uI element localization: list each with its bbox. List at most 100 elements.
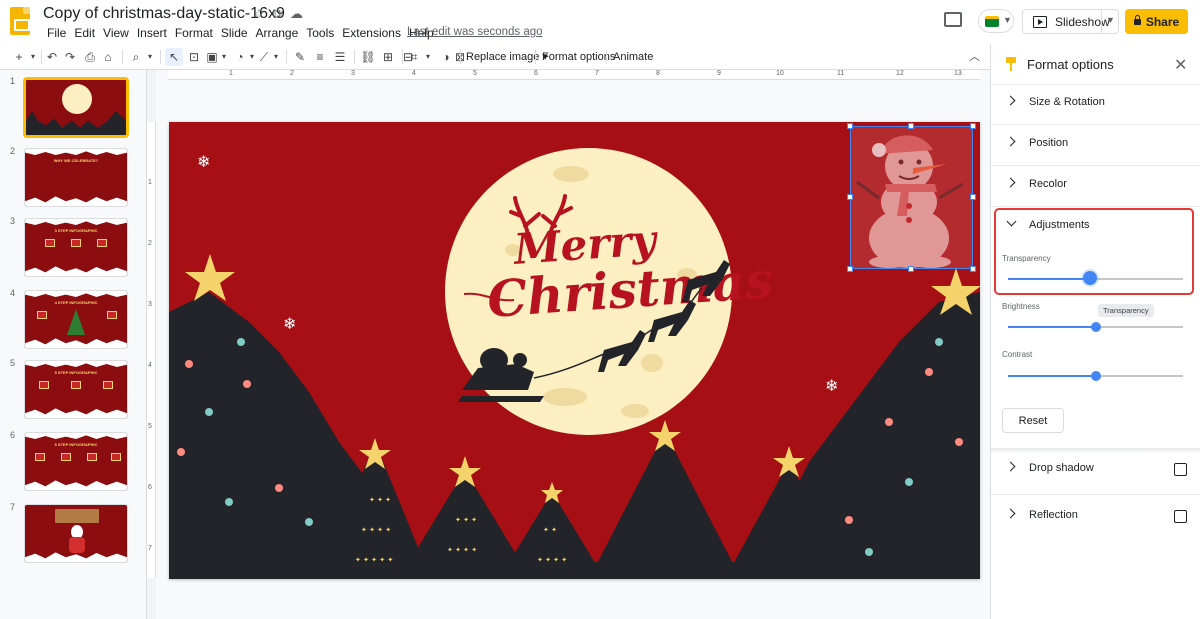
ruler-tick-label: 6 <box>534 70 538 77</box>
shape-icon[interactable]: ◔ <box>232 48 248 66</box>
slide-thumbnail-5[interactable]: 5 STEP INFOGRAPHIC <box>24 360 128 419</box>
line-dropdown-icon[interactable]: ▾ <box>272 48 280 66</box>
slide-thumbnail-3[interactable]: 3 STEP INFOGRAPHIC <box>24 218 128 277</box>
thumb-snow <box>25 480 127 490</box>
section-label: Adjustments <box>1029 219 1090 231</box>
section-position[interactable]: Position <box>991 125 1200 165</box>
shape-dropdown-icon[interactable]: ▾ <box>248 48 256 66</box>
share-button[interactable]: Share <box>1125 9 1188 34</box>
border-dash-icon[interactable]: ☰ <box>332 48 348 66</box>
new-slide-icon[interactable]: + <box>8 48 30 66</box>
menu-insert[interactable]: Insert <box>133 26 171 40</box>
toolbar-divider <box>535 50 536 64</box>
border-weight-icon[interactable]: ≡ <box>312 48 328 66</box>
collapse-toolbar-icon[interactable]: ︿ <box>969 48 980 64</box>
document-title[interactable]: Copy of christmas-day-static-16x9 <box>43 5 285 23</box>
toolbar-divider <box>286 50 287 64</box>
resize-handle-e[interactable] <box>970 194 976 200</box>
print-icon[interactable]: ⎙ <box>82 48 98 66</box>
section-reflection[interactable]: Reflection <box>991 497 1200 537</box>
section-label: Recolor <box>1029 178 1067 190</box>
menu-extensions[interactable]: Extensions <box>338 26 405 40</box>
meet-button[interactable]: ▼ <box>978 9 1014 33</box>
slide-thumbnail-2[interactable]: WHY WE CELEBRATE? <box>24 148 128 207</box>
selection-box[interactable] <box>850 126 973 269</box>
slide-thumbnail-4[interactable]: 4 STEP INFOGRAPHIC <box>24 290 128 349</box>
ruler-tick-label: 10 <box>776 70 784 77</box>
resize-handle-n[interactable] <box>908 123 914 129</box>
chevron-right-icon <box>1005 177 1016 188</box>
ruler-tick-label: 1 <box>229 70 233 77</box>
menu-arrange[interactable]: Arrange <box>252 26 303 40</box>
menu-tools[interactable]: Tools <box>302 26 338 40</box>
slide-canvas[interactable]: Merry Christmas ❄ ❄ ❄ ✦ ✦ ✦ ✦ ✦ ✦ ✦ ✦ ✦ … <box>169 122 980 579</box>
crop-dropdown-icon[interactable]: ▾ <box>424 48 432 66</box>
image-dropdown-icon[interactable]: ▾ <box>220 48 228 66</box>
brightness-slider[interactable] <box>1008 322 1183 332</box>
close-icon[interactable]: ✕ <box>1174 55 1187 75</box>
menu-file[interactable]: File <box>43 26 70 40</box>
border-color-icon[interactable]: ✎ <box>292 48 308 66</box>
slider-thumb[interactable] <box>1090 371 1101 381</box>
zoom-icon[interactable]: ⌕ <box>128 48 144 66</box>
section-drop-shadow[interactable]: Drop shadow <box>991 450 1200 490</box>
section-size-rotation[interactable]: Size & Rotation <box>991 84 1200 124</box>
toolbar-divider <box>402 50 403 64</box>
last-edit-link[interactable]: Last edit was seconds ago <box>407 26 543 38</box>
select-cursor-icon[interactable]: ↖ <box>165 48 183 66</box>
slides-logo-icon[interactable] <box>10 7 30 35</box>
resize-handle-ne[interactable] <box>970 123 976 129</box>
thumb-title: 3 STEP INFOGRAPHIC <box>54 228 98 233</box>
transparency-slider[interactable] <box>1008 271 1183 285</box>
section-label: Reflection <box>1029 509 1078 521</box>
slide-thumbnail-1[interactable] <box>24 78 128 137</box>
ruler-tick-label: 7 <box>595 70 599 77</box>
new-slide-dropdown-icon[interactable]: ▾ <box>28 48 38 66</box>
slider-fill <box>1008 278 1091 280</box>
section-adjustments[interactable]: Adjustments <box>991 207 1200 247</box>
slideshow-button[interactable]: Slideshow ▼ <box>1022 9 1119 34</box>
text-box-icon[interactable]: ⊡ <box>186 48 202 66</box>
slide-thumbnail-6[interactable]: 6 STEP INFOGRAPHIC <box>24 432 128 491</box>
cloud-status-icon[interactable]: ☁ <box>290 6 303 22</box>
toolbar-divider <box>122 50 123 64</box>
resize-handle-se[interactable] <box>970 266 976 272</box>
format-options-button[interactable]: Format options <box>542 48 615 66</box>
menu-view[interactable]: View <box>99 26 133 40</box>
contrast-slider[interactable] <box>1008 371 1183 381</box>
image-icon[interactable]: ▣ <box>204 48 220 66</box>
resize-handle-s[interactable] <box>908 266 914 272</box>
menu-format[interactable]: Format <box>171 26 217 40</box>
zoom-dropdown-icon[interactable]: ▾ <box>145 48 155 66</box>
resize-handle-nw[interactable] <box>847 123 853 129</box>
crop-icon[interactable]: ⌗ <box>406 48 422 66</box>
ruler-tick-label: 13 <box>954 70 962 77</box>
line-icon[interactable]: ⟋ <box>256 48 272 66</box>
move-folder-icon[interactable]: ⧉ <box>273 6 282 22</box>
slider-thumb[interactable] <box>1090 322 1101 332</box>
reset-button[interactable]: Reset <box>1002 408 1064 433</box>
add-comment-icon[interactable]: ⊞ <box>380 48 396 66</box>
share-label: Share <box>1145 14 1180 29</box>
link-icon[interactable]: ⛓ <box>360 48 376 66</box>
undo-icon[interactable]: ↶ <box>44 48 60 66</box>
menu-slide[interactable]: Slide <box>217 26 252 40</box>
paint-format-icon[interactable]: ⌂ <box>100 48 116 66</box>
app-window: Copy of christmas-day-static-16x9 ☆ ⧉ ☁ … <box>0 0 1200 619</box>
reflection-checkbox[interactable] <box>1174 510 1187 523</box>
drop-shadow-checkbox[interactable] <box>1174 463 1187 476</box>
star-icon[interactable]: ☆ <box>253 6 265 22</box>
thumb-step <box>37 311 47 319</box>
transparency-label: Transparency <box>1002 254 1051 263</box>
menu-edit[interactable]: Edit <box>70 26 99 40</box>
animate-button[interactable]: Animate <box>613 48 653 66</box>
redo-icon[interactable]: ↷ <box>62 48 78 66</box>
resize-handle-w[interactable] <box>847 194 853 200</box>
replace-image-label: Replace image <box>466 51 540 63</box>
resize-handle-sw[interactable] <box>847 266 853 272</box>
thumb-band <box>25 433 127 439</box>
comment-history-icon[interactable] <box>944 12 962 27</box>
slide-thumbnail-7[interactable] <box>24 504 128 563</box>
slideshow-dropdown-icon[interactable]: ▼ <box>1106 15 1115 25</box>
section-recolor[interactable]: Recolor <box>991 166 1200 206</box>
